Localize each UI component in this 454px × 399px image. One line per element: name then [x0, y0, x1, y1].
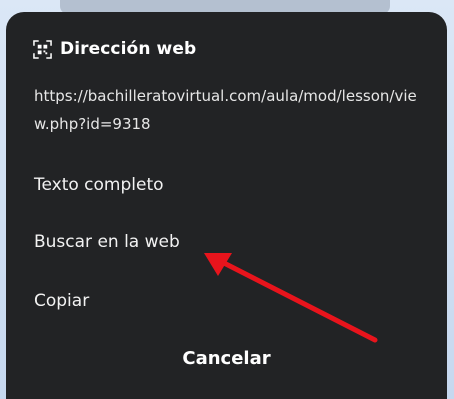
dialog-title: Dirección web — [60, 39, 197, 59]
menu-item-copiar[interactable]: Copiar — [34, 291, 89, 311]
action-sheet: Dirección web https://bachilleratovirtua… — [6, 12, 447, 399]
menu-item-texto-completo[interactable]: Texto completo — [34, 175, 164, 195]
dialog-header: Dirección web — [33, 39, 196, 59]
menu-item-buscar-en-la-web[interactable]: Buscar en la web — [34, 232, 180, 252]
cancel-button[interactable]: Cancelar — [6, 348, 447, 369]
qr-scan-icon — [33, 39, 52, 59]
url-text: https://bachilleratovirtual.com/aula/mod… — [34, 87, 417, 133]
